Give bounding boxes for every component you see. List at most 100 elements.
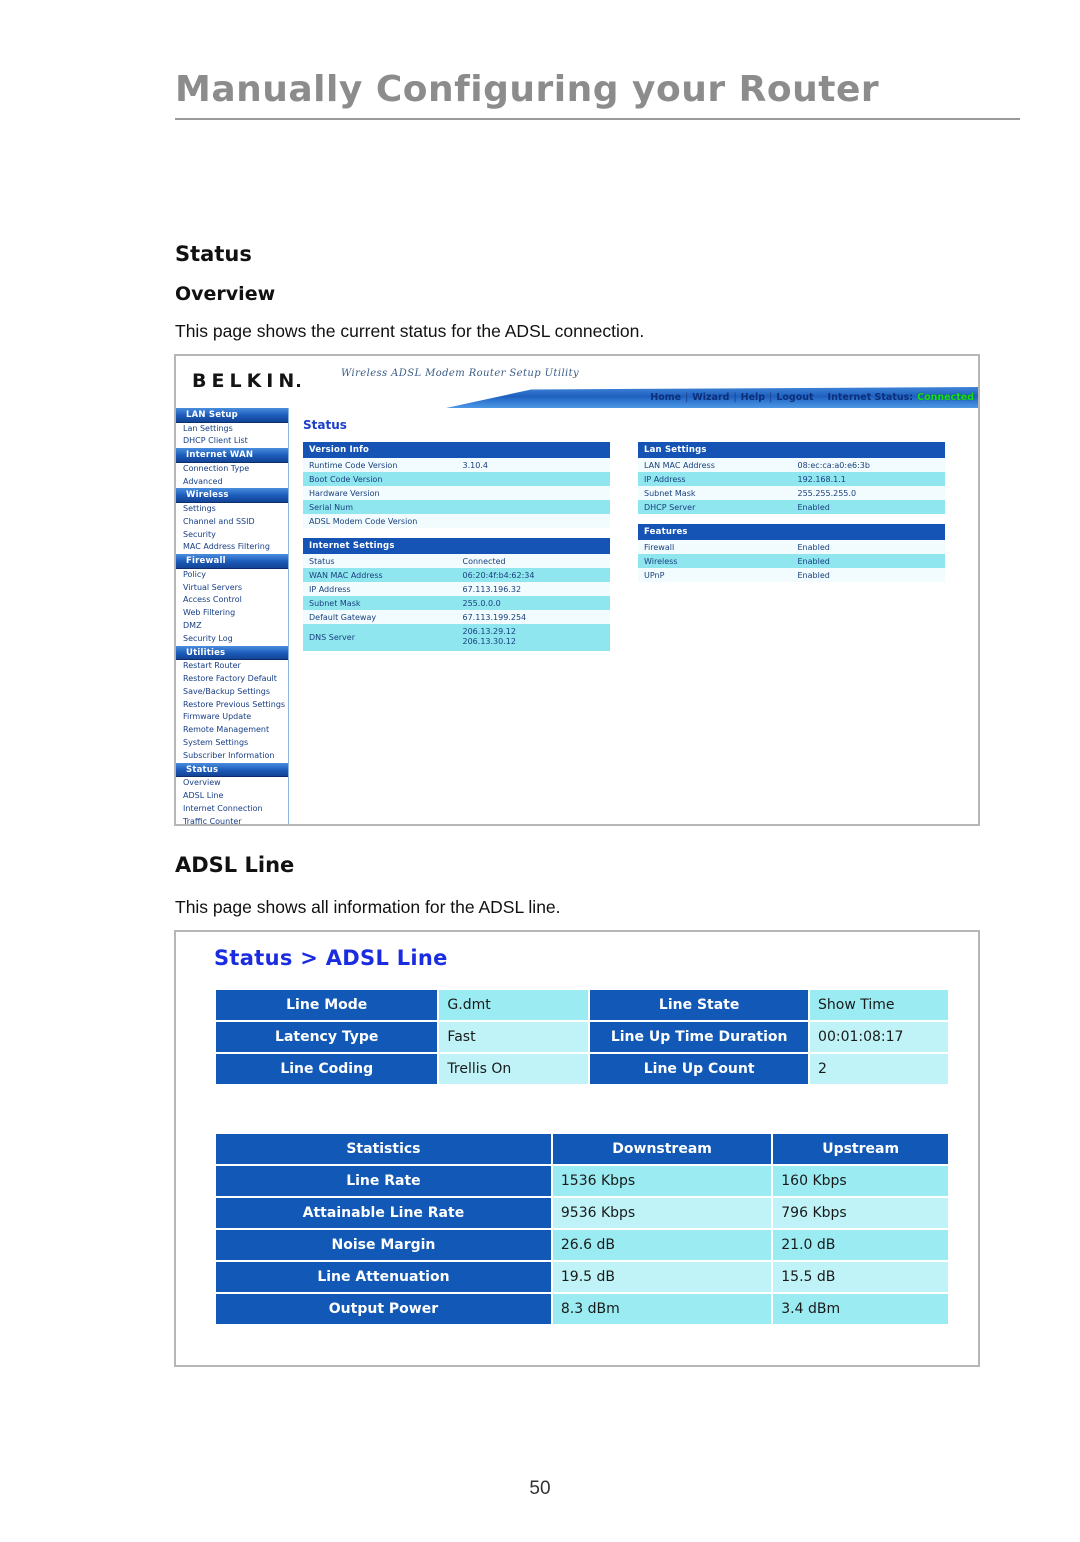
sidebar-item-advanced[interactable]: Advanced <box>176 476 288 489</box>
table-row: IP Address 67.113.196.32 <box>303 582 610 596</box>
row-label: Attainable Line Rate <box>216 1198 551 1228</box>
chapter-header: Manually Configuring your Router <box>175 70 1020 120</box>
nav-wizard[interactable]: Wizard <box>692 392 729 403</box>
adsl-statistics-table: Statistics Downstream Upstream Line Rate 153… <box>214 1132 950 1326</box>
sidebar-item-restore-factory-default[interactable]: Restore Factory Default <box>176 673 288 686</box>
row-key: Subnet Mask <box>303 596 457 610</box>
row-label: Line Mode <box>216 990 438 1020</box>
row-key: LAN MAC Address <box>638 458 792 472</box>
sidebar-item-mac-address-filtering[interactable]: MAC Address Filtering <box>176 541 288 554</box>
table-header-features: Features <box>638 524 945 540</box>
sidebar-item-internet-connection[interactable]: Internet Connection <box>176 803 288 816</box>
table-row: IP Address 192.168.1.1 <box>638 472 945 486</box>
section-body-overview: This page shows the current status for t… <box>175 321 645 341</box>
sidebar-item-security-log[interactable]: Security Log <box>176 633 288 646</box>
table-row: Firewall Enabled <box>638 540 945 554</box>
section-body-adsl-line: This page shows all information for the … <box>175 897 561 917</box>
row-value-downstream: 26.6 dB <box>552 1230 772 1260</box>
row-key: Status <box>303 554 457 568</box>
sidebar-item-subscriber-information[interactable]: Subscriber Information <box>176 750 288 763</box>
features-table: Features Firewall Enabled Wireless Enabled UP… <box>638 524 945 582</box>
table-header-version-info: Version Info <box>303 442 610 458</box>
belkin-wordmark: BELKIN <box>192 370 300 392</box>
table-row: Hardware Version <box>303 486 610 500</box>
sidebar-item-lan-settings[interactable]: Lan Settings <box>176 423 288 436</box>
sidebar-item-adsl-line[interactable]: ADSL Line <box>176 790 288 803</box>
sidebar-item-firmware-update[interactable]: Firmware Update <box>176 711 288 724</box>
table-row: Subnet Mask 255.255.255.0 <box>638 486 945 500</box>
sidebar-item-dmz[interactable]: DMZ <box>176 620 288 633</box>
sidebar-item-connection-type[interactable]: Connection Type <box>176 463 288 476</box>
sidebar-item-system-settings[interactable]: System Settings <box>176 737 288 750</box>
table-row: Attainable Line Rate 9536 Kbps 796 Kbps <box>216 1198 948 1228</box>
row-key: Wireless <box>638 554 792 568</box>
sidebar-item-access-control[interactable]: Access Control <box>176 594 288 607</box>
row-key: Boot Code Version <box>303 472 457 486</box>
sidebar-group-lan-setup: LAN Setup <box>176 408 288 423</box>
nav-help[interactable]: Help <box>741 392 765 403</box>
sidebar-item-restore-previous-settings[interactable]: Restore Previous Settings <box>176 699 288 712</box>
sidebar-item-traffic-counter[interactable]: Traffic Counter <box>176 816 288 824</box>
sidebar-item-dhcp-client-list[interactable]: DHCP Client List <box>176 435 288 448</box>
row-value-downstream: 19.5 dB <box>552 1262 772 1292</box>
row-label: Line State <box>590 990 809 1020</box>
row-key: IP Address <box>638 472 792 486</box>
sidebar-item-channel-and-ssid[interactable]: Channel and SSID <box>176 516 288 529</box>
row-value <box>456 500 610 514</box>
row-value: 192.168.1.1 <box>791 472 945 486</box>
upstream-column-header: Upstream <box>773 1134 948 1164</box>
section-heading-adsl-line: ADSL Line <box>175 853 295 877</box>
sidebar-item-remote-management[interactable]: Remote Management <box>176 724 288 737</box>
row-key: DHCP Server <box>638 500 792 514</box>
row-label: Output Power <box>216 1294 551 1324</box>
table-row: Default Gateway 67.113.199.254 <box>303 610 610 624</box>
row-key: Default Gateway <box>303 610 457 624</box>
table-row: DNS Server 206.13.29.12 206.13.30.12 <box>303 624 610 651</box>
row-value <box>456 472 610 486</box>
table-row: Subnet Mask 255.0.0.0 <box>303 596 610 610</box>
table-row: Noise Margin 26.6 dB 21.0 dB <box>216 1230 948 1260</box>
row-label: Noise Margin <box>216 1230 551 1260</box>
row-value: Show Time <box>810 990 948 1020</box>
internet-settings-table: Internet Settings Status Connected WAN MAC … <box>303 538 610 651</box>
row-label: Line Up Time Duration <box>590 1022 809 1052</box>
sidebar-group-wireless: Wireless <box>176 488 288 504</box>
version-info-table: Version Info Runtime Code Version 3.10.4 Bo… <box>303 442 610 528</box>
statistics-column-header: Statistics <box>216 1134 551 1164</box>
row-value: 2 <box>810 1054 948 1084</box>
table-row: WAN MAC Address 06:20:4f:b4:62:34 <box>303 568 610 582</box>
sidebar-item-settings[interactable]: Settings <box>176 503 288 516</box>
header-divider <box>175 117 1020 120</box>
sidebar-item-save-backup-settings[interactable]: Save/Backup Settings <box>176 686 288 699</box>
nav-separator-1: | <box>685 392 689 403</box>
chapter-title: Manually Configuring your Router <box>175 69 880 110</box>
nav-home[interactable]: Home <box>650 392 681 403</box>
row-value <box>456 514 610 528</box>
sidebar-item-virtual-servers[interactable]: Virtual Servers <box>176 582 288 595</box>
sidebar-group-internet-wan: Internet WAN <box>176 448 288 463</box>
refresh-button-row: Refresh <box>214 1326 950 1365</box>
sidebar-item-security[interactable]: Security <box>176 529 288 542</box>
router-panels: Version Info Runtime Code Version 3.10.4 Bo… <box>303 442 968 661</box>
nav-logout[interactable]: Logout <box>776 392 813 403</box>
downstream-column-header: Downstream <box>552 1134 772 1164</box>
adsl-line-screenshot: Status > ADSL Line Line Mode G.dmt Line St… <box>174 930 980 1367</box>
row-value-downstream: 8.3 dBm <box>552 1294 772 1324</box>
table-row: Line Rate 1536 Kbps 160 Kbps <box>216 1166 948 1196</box>
sidebar-item-web-filtering[interactable]: Web Filtering <box>176 607 288 620</box>
sidebar-item-restart-router[interactable]: Restart Router <box>176 660 288 673</box>
table-row: Wireless Enabled <box>638 554 945 568</box>
row-key: Runtime Code Version <box>303 458 457 472</box>
row-value: 67.113.196.32 <box>456 582 610 596</box>
section-subheading-overview: Overview <box>175 283 276 305</box>
table-row: Latency Type Fast Line Up Time Duration 00:… <box>216 1022 948 1052</box>
sidebar-item-overview[interactable]: Overview <box>176 777 288 790</box>
router-status-screenshot: BELKIN Wireless ADSL Modem Router Setup … <box>174 354 980 826</box>
sidebar-item-policy[interactable]: Policy <box>176 569 288 582</box>
table-row: Line Mode G.dmt Line State Show Time <box>216 990 948 1020</box>
table-row: Status Connected <box>303 554 610 568</box>
row-value: Enabled <box>791 554 945 568</box>
row-value-upstream: 3.4 dBm <box>773 1294 948 1324</box>
row-key: Subnet Mask <box>638 486 792 500</box>
row-value: Connected <box>456 554 610 568</box>
